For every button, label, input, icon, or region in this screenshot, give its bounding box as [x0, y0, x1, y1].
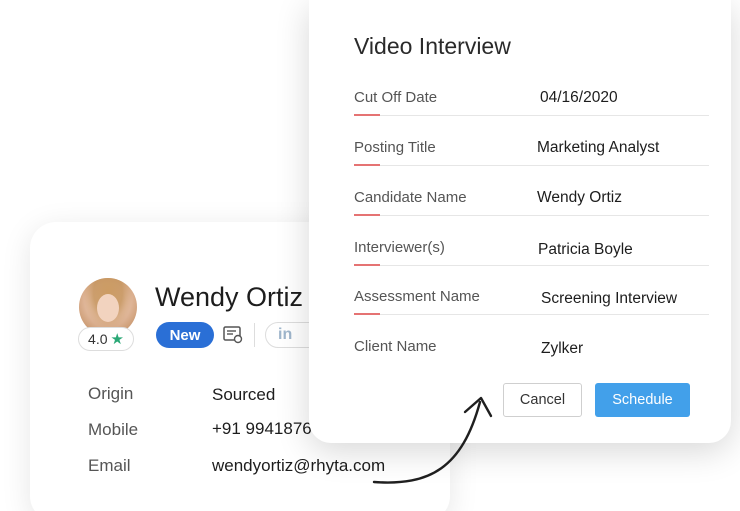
field-underline: [354, 165, 709, 166]
candidate-name: Wendy Ortiz: [155, 282, 304, 312]
form-row-cut-off-date[interactable]: Cut Off Date 04/16/2020: [354, 89, 709, 139]
field-value-mobile: +91 9941876: [212, 419, 312, 438]
field-accent: [354, 164, 380, 166]
form-row-interviewers[interactable]: Interviewer(s) Patricia Boyle: [354, 239, 709, 289]
field-value[interactable]: Marketing Analyst: [537, 139, 659, 157]
field-accent: [354, 214, 380, 216]
form-row-candidate-name[interactable]: Candidate Name Wendy Ortiz: [354, 189, 709, 239]
field-value[interactable]: Screening Interview: [541, 290, 677, 308]
field-label: Cut Off Date: [354, 89, 438, 106]
rating-badge: 4.0 ★: [78, 327, 134, 351]
star-icon: ★: [110, 331, 124, 348]
field-value-email[interactable]: wendyortiz@rhyta.com: [212, 456, 385, 476]
field-underline: [354, 215, 709, 216]
divider: [254, 323, 255, 347]
schedule-button[interactable]: Schedule: [595, 383, 690, 417]
field-underline: [354, 265, 709, 266]
cancel-button[interactable]: Cancel: [503, 383, 582, 417]
field-label: Posting Title: [354, 139, 436, 156]
field-underline: [354, 314, 709, 315]
field-accent: [354, 313, 380, 315]
field-accent: [354, 114, 380, 116]
field-label: Assessment Name: [354, 288, 480, 305]
field-accent: [354, 264, 380, 266]
form-row-client-name[interactable]: Client Name Zylker: [354, 338, 709, 388]
curved-arrow-icon: [372, 396, 493, 484]
field-label-origin: Origin: [88, 384, 134, 403]
field-label: Candidate Name: [354, 189, 467, 206]
field-label-mobile: Mobile: [88, 420, 139, 439]
field-value[interactable]: Zylker: [541, 340, 583, 358]
field-label: Client Name: [354, 338, 437, 355]
dialog-title: Video Interview: [354, 33, 511, 59]
rating-value: 4.0: [88, 331, 108, 347]
field-underline: [354, 115, 709, 116]
form-row-posting-title[interactable]: Posting Title Marketing Analyst: [354, 139, 709, 189]
field-value-origin: Sourced: [212, 385, 276, 404]
field-label-email: Email: [88, 456, 131, 475]
form-row-assessment-name[interactable]: Assessment Name Screening Interview: [354, 288, 709, 338]
field-value[interactable]: 04/16/2020: [540, 89, 618, 107]
field-value[interactable]: Patricia Boyle: [538, 241, 633, 259]
field-label: Interviewer(s): [354, 239, 445, 256]
field-value[interactable]: Wendy Ortiz: [537, 189, 622, 207]
resume-icon[interactable]: [223, 326, 243, 344]
video-interview-dialog: Video Interview Cut Off Date 04/16/2020 …: [309, 0, 731, 443]
linkedin-icon: in: [278, 326, 293, 343]
status-badge-new: New: [156, 322, 214, 348]
